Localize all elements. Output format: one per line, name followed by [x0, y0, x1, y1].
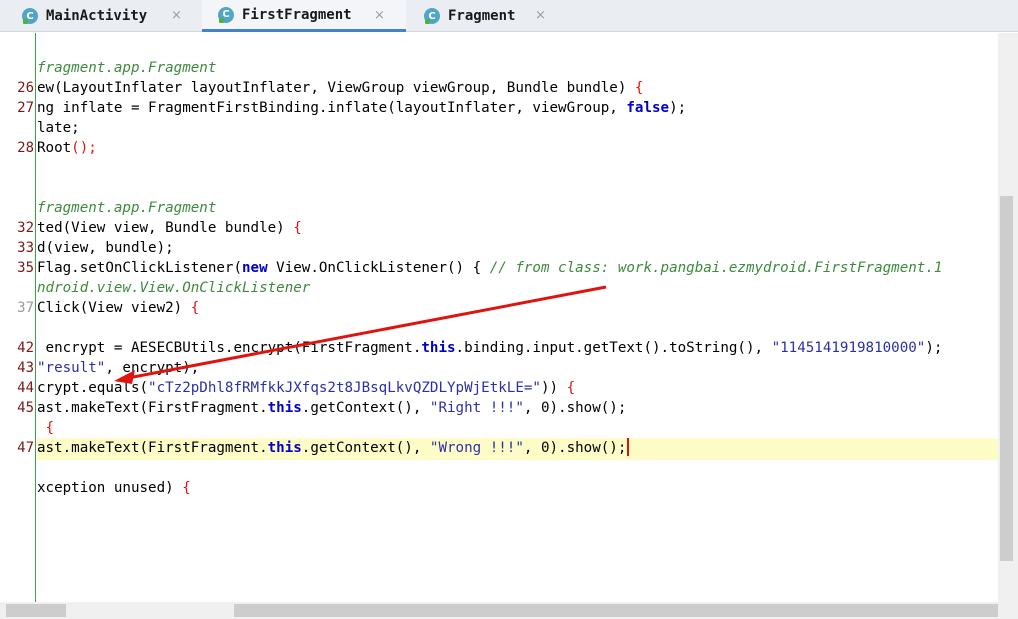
vertical-scrollbar[interactable] — [998, 33, 1018, 619]
code-line: Flag.setOnClickListener(new View.OnClick… — [37, 260, 943, 276]
line-number: 47 — [17, 440, 34, 456]
code-line: d(view, bundle); — [37, 240, 174, 256]
code-line: xception unused) { — [37, 480, 191, 496]
code-line: ted(View view, Bundle bundle) { — [37, 220, 302, 236]
horizontal-scrollbar-thumb[interactable] — [234, 604, 998, 617]
close-icon[interactable]: × — [374, 8, 385, 23]
code-line: fragment.app.Fragment — [37, 60, 217, 76]
code-line: { — [37, 420, 55, 436]
code-line: Click(View view2) { — [37, 300, 200, 316]
code-line: encrypt = AESECBUtils.encrypt(FirstFragm… — [37, 340, 943, 356]
code-line: crypt.equals("cTz2pDhl8fRMfkkJXfqs2t8JBs… — [37, 380, 576, 396]
line-number: 33 — [17, 240, 34, 256]
line-number: 28 — [17, 140, 34, 156]
tab-label: Fragment — [448, 8, 516, 24]
class-icon: C — [424, 8, 440, 24]
tab-firstfragment[interactable]: C FirstFragment × — [202, 0, 406, 32]
tab-fragment[interactable]: C Fragment × — [424, 0, 564, 32]
line-number: 42 — [17, 340, 34, 356]
code-line: ng inflate = FragmentFirstBinding.inflat… — [37, 100, 687, 116]
line-number: 32 — [17, 220, 34, 236]
horizontal-scrollbar[interactable] — [0, 602, 998, 619]
code-editor[interactable]: fragment.app.Fragment ew(LayoutInflater … — [37, 33, 998, 602]
line-number: 35 — [17, 260, 34, 276]
tab-label: FirstFragment — [242, 6, 352, 23]
code-line: late; — [37, 120, 80, 136]
code-line: "result", encrypt); — [37, 360, 200, 376]
text-caret — [627, 438, 630, 456]
horizontal-scrollbar-thumb-left[interactable] — [6, 604, 66, 617]
close-icon[interactable]: × — [535, 8, 546, 23]
line-number: 37 — [17, 300, 34, 316]
code-line: ast.makeText(FirstFragment.this.getConte… — [37, 400, 627, 416]
line-number: 26 — [17, 80, 34, 96]
line-number: 43 — [17, 360, 34, 376]
code-line: ndroid.view.View.OnClickListener — [37, 280, 311, 296]
line-number: 44 — [17, 380, 34, 396]
line-number-gutter[interactable]: 26 27 28 32 33 35 37 42 43 44 45 47 — [0, 33, 36, 602]
code-line: fragment.app.Fragment — [37, 200, 217, 216]
tab-mainactivity[interactable]: C MainActivity × — [22, 0, 202, 32]
tab-label: MainActivity — [46, 8, 148, 24]
code-line: Root(); — [37, 140, 97, 156]
line-number: 27 — [17, 100, 34, 116]
editor-tab-bar: C MainActivity × C FirstFragment × C Fra… — [0, 0, 1018, 32]
class-icon: C — [218, 6, 234, 23]
code-line: ast.makeText(FirstFragment.this.getConte… — [37, 438, 630, 458]
class-icon: C — [22, 8, 38, 24]
vertical-scrollbar-thumb[interactable] — [1000, 196, 1013, 561]
line-number: 45 — [17, 400, 34, 416]
close-icon[interactable]: × — [171, 8, 182, 23]
code-line: ew(LayoutInflater layoutInflater, ViewGr… — [37, 80, 644, 96]
